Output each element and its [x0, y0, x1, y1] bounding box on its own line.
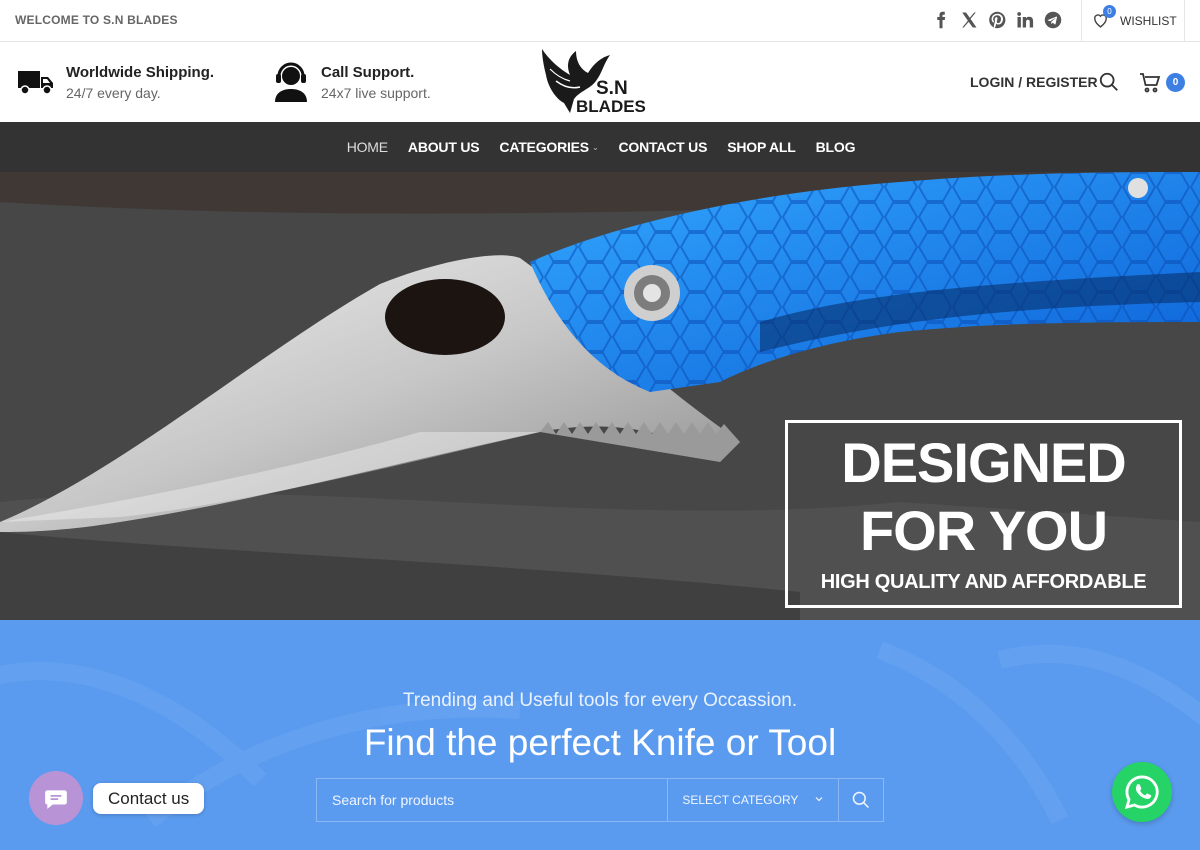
feature-title: Call Support.	[321, 63, 415, 81]
whatsapp-icon	[1124, 775, 1159, 810]
cart-icon	[1140, 73, 1161, 93]
search-submit-button[interactable]	[838, 779, 883, 821]
search-icon	[852, 791, 870, 809]
feature-title: Worldwide Shipping.	[66, 63, 215, 81]
cart-count-badge: 0	[1166, 73, 1185, 92]
wishlist-label: WISHLIST	[1120, 13, 1177, 28]
hero-tagline: HIGH QUALITY AND AFFORDABLE	[820, 571, 1147, 593]
site-header: Worldwide Shipping. 24/7 every day. Call…	[0, 42, 1200, 122]
cart-button[interactable]: 0	[1138, 71, 1186, 95]
product-search-form: SELECT CATEGORY	[316, 778, 884, 822]
welcome-text: WELCOME TO S.N BLADES	[15, 13, 178, 27]
chevron-down-icon	[814, 793, 824, 807]
hero-banner[interactable]: DESIGNED FOR YOU HIGH QUALITY AND AFFORD…	[0, 172, 1200, 620]
x-icon[interactable]	[960, 10, 978, 30]
feature-subtitle: 24x7 live support.	[321, 84, 431, 101]
feature-support: Call Support. 24x7 live support.	[271, 42, 431, 122]
nav-home[interactable]: HOME	[347, 139, 388, 155]
wishlist-link[interactable]: 0 WISHLIST	[1081, 0, 1185, 41]
chevron-down-icon: ⌄	[591, 142, 599, 152]
logo-line1: S.N	[596, 78, 628, 99]
logo-line2: BLADES	[576, 97, 646, 116]
feature-shipping: Worldwide Shipping. 24/7 every day.	[16, 42, 214, 122]
hero-text-box: DESIGNED FOR YOU HIGH QUALITY AND AFFORD…	[785, 420, 1182, 608]
main-nav: HOME ABOUT US CATEGORIES ⌄ CONTACT US SH…	[0, 122, 1200, 172]
search-icon[interactable]	[1098, 71, 1120, 93]
product-search-section: Trending and Useful tools for every Occa…	[0, 620, 1200, 850]
linkedin-icon[interactable]	[1016, 10, 1034, 30]
contact-us-label[interactable]: Contact us	[93, 783, 205, 814]
site-logo[interactable]: S.N BLADES	[536, 47, 662, 117]
chat-icon	[45, 790, 67, 809]
login-register-link[interactable]: LOGIN / REGISTER	[970, 74, 1098, 90]
product-search-input[interactable]	[317, 779, 668, 821]
pinterest-icon[interactable]	[988, 10, 1006, 30]
wishlist-count-badge: 0	[1103, 4, 1116, 18]
social-links	[932, 10, 1062, 30]
feature-subtitle: 24/7 every day.	[66, 84, 161, 101]
hero-headline: DESIGNED FOR YOU	[841, 431, 1127, 562]
telegram-icon[interactable]	[1044, 10, 1062, 30]
whatsapp-button[interactable]	[1112, 762, 1172, 822]
facebook-icon[interactable]	[932, 10, 950, 30]
support-agent-icon	[271, 62, 311, 102]
nav-blog[interactable]: BLOG	[816, 139, 856, 155]
section-title: Find the perfect Knife or Tool	[363, 722, 837, 763]
contact-us-button[interactable]	[29, 771, 83, 825]
nav-about-us[interactable]: ABOUT US	[408, 139, 480, 155]
truck-icon	[16, 62, 56, 102]
nav-shop-all[interactable]: SHOP ALL	[727, 139, 796, 155]
category-select[interactable]: SELECT CATEGORY	[667, 779, 838, 821]
top-bar: WELCOME TO S.N BLADES 0 WISHLIST	[0, 0, 1200, 42]
nav-contact-us[interactable]: CONTACT US	[618, 139, 707, 155]
category-select-label: SELECT CATEGORY	[682, 793, 799, 807]
nav-categories[interactable]: CATEGORIES ⌄	[499, 139, 598, 155]
section-subtitle: Trending and Useful tools for every Occa…	[402, 690, 798, 711]
nav-categories-label: CATEGORIES	[499, 139, 589, 155]
heart-icon: 0	[1092, 4, 1116, 30]
